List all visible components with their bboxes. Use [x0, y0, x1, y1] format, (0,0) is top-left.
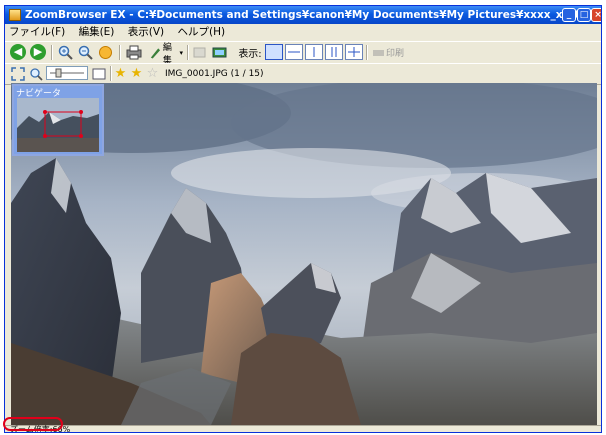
- status-bar: ズーム倍率:66%: [5, 425, 601, 432]
- layout-vertical-button[interactable]: [305, 44, 323, 60]
- print-label: 印刷: [386, 49, 405, 59]
- secondary-toolbar: ★ ★ ☆ IMG_0001.JPG (1 / 15): [5, 63, 601, 85]
- navigator-panel[interactable]: ナビゲータ: [12, 84, 104, 156]
- print-small-icon[interactable]: [371, 44, 385, 61]
- main-toolbar: ◀ ▶ 編集 ▾ 表示: 印刷: [5, 41, 601, 66]
- star-empty-icon[interactable]: ☆: [145, 65, 160, 82]
- menu-bar: ファイル(F) 編集(E) 表示(V) ヘルプ(H): [5, 24, 601, 41]
- layout-horizontal-button[interactable]: [285, 44, 303, 60]
- app-icon: [9, 9, 21, 21]
- zoom-tool-icon[interactable]: [28, 65, 44, 82]
- full-screen-icon[interactable]: [10, 65, 26, 82]
- star-icon[interactable]: ★: [113, 65, 128, 82]
- print-icon[interactable]: [125, 44, 143, 61]
- menu-view[interactable]: 表示(V): [128, 26, 164, 38]
- forward-icon[interactable]: ▶: [30, 44, 46, 60]
- layout-grid-button[interactable]: [345, 44, 363, 60]
- actual-size-icon[interactable]: [91, 65, 107, 82]
- chevron-down-icon: ▾: [179, 48, 183, 57]
- fit-window-icon[interactable]: [97, 44, 114, 61]
- edit-button[interactable]: 編集 ▾: [149, 43, 183, 66]
- zoom-slider[interactable]: [46, 66, 88, 80]
- title-bar[interactable]: ZoomBrowser EX - C:¥Documents and Settin…: [5, 6, 601, 24]
- status-highlight-ring: [3, 417, 63, 431]
- file-info: IMG_0001.JPG (1 / 15): [165, 68, 264, 79]
- display-mode-label: 表示:: [238, 49, 262, 60]
- window-title: ZoomBrowser EX - C:¥Documents and Settin…: [25, 9, 601, 21]
- close-button[interactable]: ×: [591, 8, 601, 22]
- rotate-icon[interactable]: [191, 44, 208, 61]
- star-icon[interactable]: ★: [129, 65, 144, 82]
- menu-file[interactable]: ファイル(F): [9, 26, 65, 38]
- layout-triple-button[interactable]: [325, 44, 343, 60]
- menu-edit[interactable]: 編集(E): [79, 26, 115, 38]
- app-window: ZoomBrowser EX - C:¥Documents and Settin…: [4, 5, 602, 433]
- edit-label: 編集: [162, 42, 172, 66]
- navigator-thumbnail[interactable]: [17, 98, 99, 152]
- maximize-button[interactable]: □: [577, 8, 591, 22]
- menu-help[interactable]: ヘルプ(H): [177, 26, 225, 38]
- slideshow-icon[interactable]: [211, 44, 228, 61]
- zoom-out-icon[interactable]: [77, 44, 94, 61]
- layout-single-button[interactable]: [265, 44, 283, 60]
- back-icon[interactable]: ◀: [10, 44, 26, 60]
- zoom-in-icon[interactable]: [57, 44, 74, 61]
- minimize-button[interactable]: _: [562, 8, 576, 22]
